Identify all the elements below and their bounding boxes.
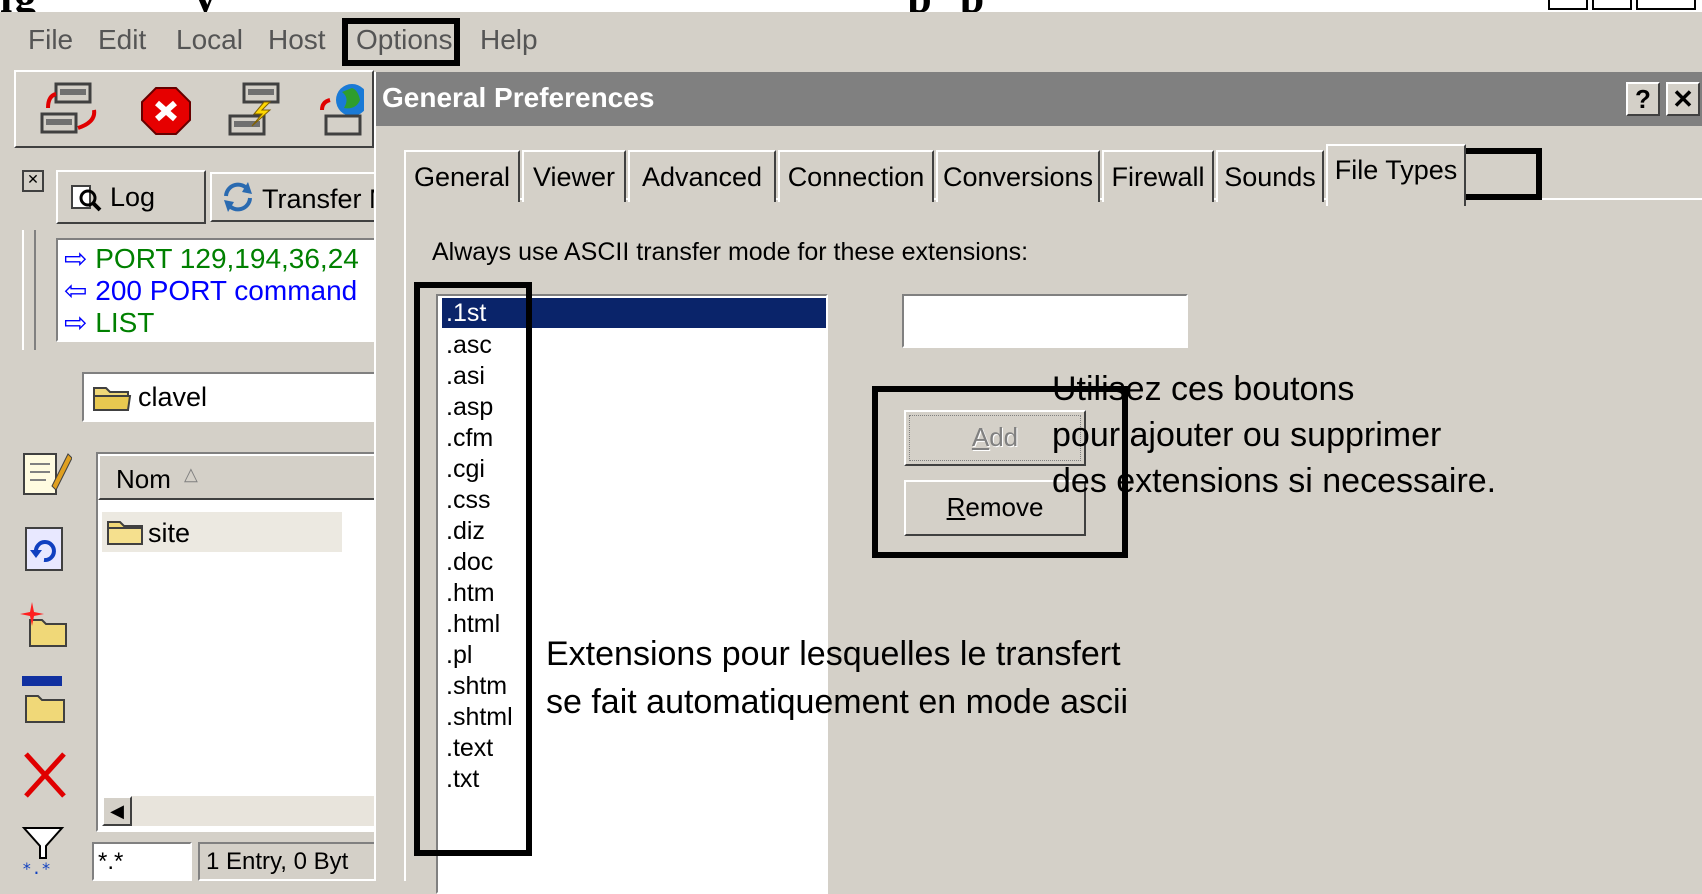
- tab-firewall[interactable]: Firewall: [1102, 150, 1214, 202]
- right-arrow-icon: ⇨: [64, 307, 88, 338]
- local-path-combo[interactable]: clavel: [82, 372, 382, 422]
- list-item[interactable]: site: [102, 512, 342, 552]
- help-button[interactable]: ?: [1626, 82, 1660, 116]
- menu-bar: File Edit Local Host Options Help: [0, 18, 1702, 66]
- annotation-line: se fait automatiquement en mode ascii: [546, 683, 1129, 721]
- close-pane-icon[interactable]: ✕: [22, 170, 44, 192]
- new-extension-input[interactable]: [902, 294, 1188, 348]
- refresh-icon[interactable]: [18, 522, 72, 576]
- right-arrow-icon: ⇨: [64, 243, 88, 274]
- log-line: ⇦ 200 PORT command: [64, 274, 357, 307]
- tab-transfer-manager[interactable]: Transfer M: [210, 172, 390, 222]
- status-text: 1 Entry, 0 Byt: [206, 848, 349, 875]
- tab-advanced[interactable]: Advanced: [628, 150, 776, 202]
- annotation-line: Extensions pour lesquelles le transfert: [546, 635, 1121, 673]
- globe-connect-icon[interactable]: [314, 80, 364, 142]
- menu-file[interactable]: File: [28, 24, 73, 56]
- rename-folder-icon[interactable]: [18, 672, 72, 726]
- log-line-text: LIST: [95, 307, 155, 338]
- tab-file-types[interactable]: File Types: [1326, 144, 1466, 206]
- toolbar: [14, 70, 374, 148]
- background-window-button: [1592, 0, 1632, 10]
- left-arrow-icon: ⇦: [64, 275, 88, 306]
- tab-connection[interactable]: Connection: [778, 150, 934, 202]
- tab-viewer[interactable]: Viewer: [522, 150, 626, 202]
- log-line-text: PORT 129,194,36,24: [95, 243, 359, 274]
- menu-help[interactable]: Help: [480, 24, 538, 56]
- log-line: ⇨ PORT 129,194,36,24: [64, 242, 359, 275]
- connect-icon[interactable]: [38, 80, 104, 142]
- filter-field[interactable]: *.*: [92, 842, 192, 881]
- disconnect-icon[interactable]: [224, 80, 290, 142]
- menu-edit[interactable]: Edit: [98, 24, 146, 56]
- list-annotation: Extensions pour lesquelles le transfert …: [546, 630, 1128, 726]
- tab-log-label: Log: [110, 182, 156, 212]
- edit-note-icon[interactable]: [18, 446, 73, 500]
- pane-grip[interactable]: [22, 230, 36, 350]
- tab-log[interactable]: Log: [56, 170, 206, 224]
- ascii-extensions-label: Always use ASCII transfer mode for these…: [432, 238, 1029, 266]
- background-heading-fragment: ig y p p: [0, 0, 986, 12]
- filter-text: *.*: [98, 848, 124, 875]
- log-panel: ⇨ PORT 129,194,36,24 ⇦ 200 PORT command …: [56, 238, 376, 342]
- scroll-left-icon[interactable]: ◀: [102, 796, 132, 826]
- status-entries: 1 Entry, 0 Byt: [198, 842, 378, 881]
- buttons-highlight: [872, 386, 1128, 558]
- extensions-list-highlight: [414, 282, 532, 856]
- tab-general[interactable]: General: [404, 150, 520, 202]
- delete-icon[interactable]: [18, 748, 72, 802]
- options-menu-highlight: [342, 18, 460, 66]
- background-window-button: [1548, 0, 1588, 10]
- background-window-button: [1636, 0, 1696, 10]
- tab-conversions[interactable]: Conversions: [936, 150, 1100, 202]
- log-line-text: 200 PORT command: [95, 275, 358, 306]
- local-path-text: clavel: [138, 382, 208, 412]
- list-item-label: site: [148, 518, 191, 548]
- tab-sounds[interactable]: Sounds: [1216, 150, 1324, 202]
- menu-host[interactable]: Host: [268, 24, 326, 56]
- folder-icon: [106, 516, 146, 551]
- svg-text:*.*: *.*: [22, 859, 51, 876]
- log-tab-strip: ✕ Log Transfer M: [22, 170, 390, 230]
- tab-transfer-label: Transfer M: [262, 184, 390, 214]
- horizontal-scrollbar[interactable]: ◀: [102, 796, 382, 826]
- close-button[interactable]: ✕: [1666, 82, 1700, 116]
- new-folder-icon[interactable]: [18, 598, 72, 652]
- dialog-title: General Preferences: [382, 82, 655, 113]
- stop-icon[interactable]: [134, 80, 200, 142]
- sort-ascending-icon: △: [184, 464, 198, 484]
- local-file-list[interactable]: Nom △ site ◀: [96, 452, 386, 832]
- magnifier-icon: [70, 182, 102, 221]
- background-window-title-strip: ig y p p: [0, 0, 1702, 12]
- transfer-icon: [220, 180, 256, 220]
- filter-funnel-icon[interactable]: *.*: [18, 822, 72, 878]
- column-header-label: Nom: [116, 464, 171, 494]
- column-header-nom[interactable]: Nom △: [98, 454, 384, 500]
- folder-icon: [92, 382, 132, 417]
- menu-local[interactable]: Local: [176, 24, 243, 56]
- dialog-titlebar: General Preferences ? ✕: [376, 72, 1702, 126]
- log-line: ⇨ LIST: [64, 306, 154, 339]
